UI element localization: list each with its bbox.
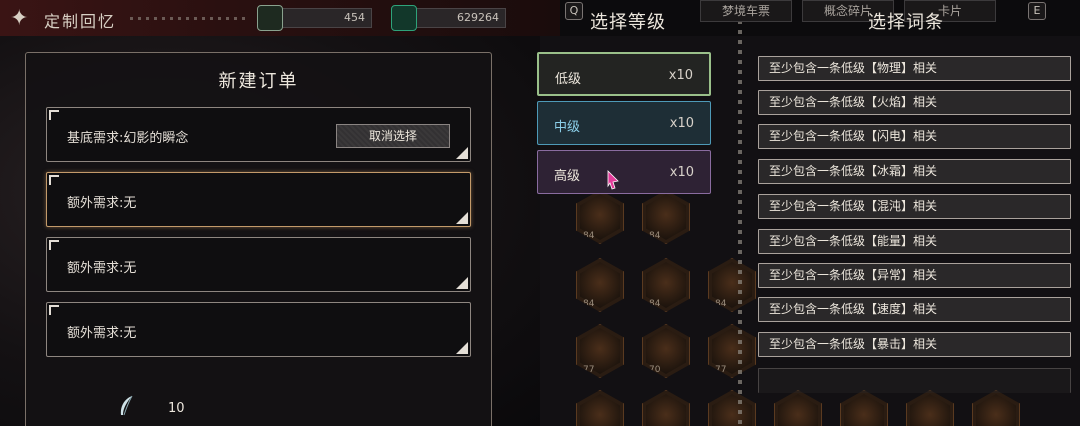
bg-item: 70 xyxy=(840,390,888,426)
bg-item: 69 xyxy=(906,390,954,426)
cursor-icon xyxy=(607,170,619,190)
feather-currency: 454 xyxy=(257,5,372,31)
corner-decoration xyxy=(49,305,59,315)
corner-decoration xyxy=(49,240,59,250)
page-title: 定制回忆 xyxy=(44,12,117,31)
corner-decoration xyxy=(456,342,468,354)
affix-option[interactable]: 至少包含一条低级【速度】相关 xyxy=(758,297,1071,322)
bg-item: 84 xyxy=(642,390,690,426)
bg-item: 84 xyxy=(708,258,756,312)
extra-requirement-card-2[interactable]: 额外需求:无 xyxy=(46,237,471,292)
bg-item: 77 xyxy=(708,324,756,378)
cancel-selection-button[interactable]: 取消选择 xyxy=(336,124,450,148)
order-title: 新建订单 xyxy=(218,71,299,92)
level-section-title: 选择等级 xyxy=(590,12,666,33)
bg-item: 77 xyxy=(576,324,624,378)
bg-item: 84 xyxy=(774,390,822,426)
affix-option[interactable]: 至少包含一条低级【能量】相关 xyxy=(758,229,1071,254)
bg-item: 84 xyxy=(576,190,624,244)
bg-item: 77 xyxy=(708,390,756,426)
feather-icon xyxy=(120,395,133,416)
affix-section-title: 选择词条 xyxy=(868,12,944,33)
extra-requirement-card-3[interactable]: 额外需求:无 xyxy=(46,302,471,357)
extra-requirement-card-1[interactable]: 额外需求:无 xyxy=(46,172,471,227)
affix-option[interactable]: 至少包含一条低级【闪电】相关 xyxy=(758,124,1071,149)
affix-option[interactable]: 至少包含一条低级【火焰】相关 xyxy=(758,90,1071,115)
corner-decoration xyxy=(456,212,468,224)
bg-item: 70 xyxy=(642,324,690,378)
bg-item: 84 xyxy=(642,190,690,244)
gem-icon xyxy=(391,5,417,31)
level-name: 中级 xyxy=(554,120,581,135)
bg-item: 84 xyxy=(642,258,690,312)
affix-option[interactable]: 至少包含一条低级【物理】相关 xyxy=(758,56,1071,81)
corner-decoration xyxy=(49,175,59,185)
affix-option[interactable]: 至少包含一条低级【暴击】相关 xyxy=(758,332,1071,357)
cost-value: 10 xyxy=(168,401,185,416)
tab-dream-ticket[interactable]: 梦境车票 xyxy=(700,0,792,22)
bg-item: 84 xyxy=(576,390,624,426)
e-key-hint[interactable]: E xyxy=(1028,2,1046,20)
q-key-hint[interactable]: Q xyxy=(565,2,583,20)
level-option-mid[interactable]: 中级 x10 xyxy=(537,101,711,145)
feather-icon xyxy=(257,5,283,31)
base-requirement-card[interactable]: 基底需求:幻影的瞬念 取消选择 xyxy=(46,107,471,162)
level-count: x10 xyxy=(669,165,694,180)
gem-currency: 629264 xyxy=(391,5,506,31)
title-decoration xyxy=(130,17,250,20)
divider-dotted xyxy=(738,0,742,426)
bg-item: 84 xyxy=(972,390,1020,426)
bg-item: 84 xyxy=(576,258,624,312)
corner-decoration xyxy=(456,147,468,159)
extra-requirement-label: 额外需求:无 xyxy=(67,326,137,341)
affix-option[interactable]: 至少包含一条低级【异常】相关 xyxy=(758,263,1071,288)
extra-requirement-label: 额外需求:无 xyxy=(67,261,137,276)
extra-requirement-label: 额外需求:无 xyxy=(67,196,137,211)
level-name: 低级 xyxy=(555,72,582,87)
affix-option[interactable]: 至少包含一条低级【混沌】相关 xyxy=(758,194,1071,219)
top-bar: ✦ 定制回忆 454 629264 xyxy=(0,0,560,36)
corner-decoration xyxy=(456,277,468,289)
sparkle-icon: ✦ xyxy=(10,6,29,31)
base-requirement-label: 基底需求:幻影的瞬念 xyxy=(67,131,189,146)
level-count: x10 xyxy=(669,116,694,131)
corner-decoration xyxy=(49,110,59,120)
level-name: 高级 xyxy=(554,169,581,184)
level-option-low[interactable]: 低级 x10 xyxy=(537,52,711,96)
new-order-panel: 新建订单 基底需求:幻影的瞬念 取消选择 额外需求:无 额外需求:无 额外需求:… xyxy=(25,52,492,426)
affix-option[interactable]: 至少包含一条低级【冰霜】相关 xyxy=(758,159,1071,184)
level-count: x10 xyxy=(668,68,693,83)
affix-option-partial[interactable] xyxy=(758,368,1071,393)
level-option-high[interactable]: 高级 x10 xyxy=(537,150,711,194)
